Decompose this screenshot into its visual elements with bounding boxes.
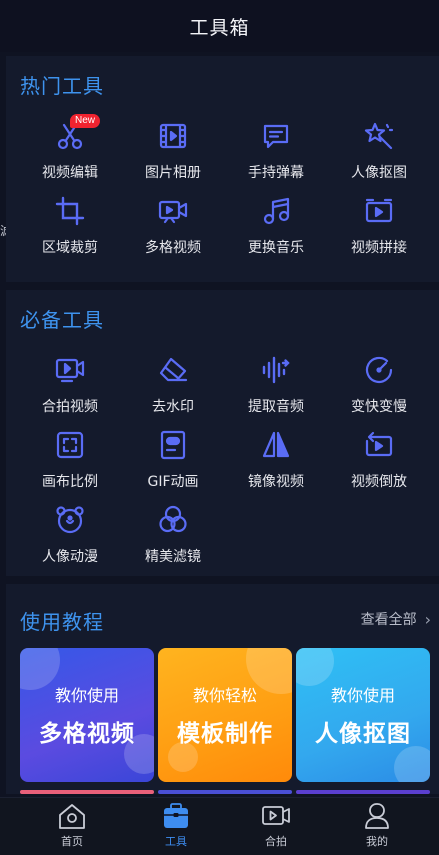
- essential-tools-section: 必备工具 合拍视频 去水印 提取音频 变快变慢 画布比例 GIF动画 镜像视频 …: [6, 290, 439, 576]
- reverse-icon: [363, 429, 395, 461]
- bear-face-icon: [54, 504, 86, 536]
- tutorial-line1: 教你轻松: [192, 686, 257, 705]
- tool-label: 视频倒放: [351, 474, 407, 490]
- tool-label: 精美滤镜: [145, 549, 201, 565]
- tool-video-edit[interactable]: New 视频编辑: [20, 114, 120, 186]
- tutorial-line1: 教你使用: [54, 686, 119, 705]
- nav-profile[interactable]: 我的: [337, 802, 417, 854]
- tool-label: 去水印: [152, 399, 194, 415]
- tool-portrait-cutout[interactable]: 人像抠图: [329, 116, 429, 186]
- tool-portrait-anime[interactable]: 人像动漫: [20, 500, 120, 570]
- decor-circle: [296, 648, 334, 686]
- gif-icon: [157, 429, 189, 461]
- tool-filters[interactable]: 精美滤镜: [123, 500, 223, 570]
- decor-circle: [168, 742, 198, 772]
- next-row-peek: [296, 790, 430, 794]
- tool-label: 视频拼接: [351, 240, 407, 256]
- hot-tools-section: 热门工具 New 视频编辑 图片相册 手持弹幕 人像抠图 区域裁剪 多格视频 更…: [6, 56, 439, 282]
- tool-video-join[interactable]: 视频拼接: [329, 191, 429, 261]
- next-row-peek: [20, 790, 154, 794]
- nav-label: 我的: [366, 835, 388, 848]
- tool-label: GIF动画: [147, 474, 199, 490]
- nav-label: 工具: [165, 835, 187, 848]
- tool-label: 视频编辑: [42, 165, 98, 181]
- decor-circle: [394, 746, 430, 782]
- top-bar: 工具箱: [0, 0, 439, 52]
- tool-handheld-danmaku[interactable]: 手持弹幕: [226, 116, 326, 186]
- chevron-right-icon: ›: [424, 609, 431, 629]
- tool-label: 变快变慢: [351, 399, 407, 415]
- tutorial-line1: 教你使用: [330, 686, 395, 705]
- tool-label: 人像动漫: [42, 549, 98, 565]
- bottom-navigation: 首页 工具 合拍 我的: [0, 797, 439, 855]
- tool-label: 区域裁剪: [42, 240, 98, 256]
- speed-gauge-icon: [363, 354, 395, 386]
- canvas-ratio-icon: [54, 429, 86, 461]
- tutorial-card[interactable]: 教你使用 人像抠图: [296, 648, 430, 782]
- audio-wave-icon: [260, 354, 292, 386]
- tool-reverse-video[interactable]: 视频倒放: [329, 425, 429, 495]
- see-all-label: 查看全部: [360, 612, 417, 628]
- new-badge: New: [70, 114, 101, 128]
- duet-camera-icon: [54, 354, 86, 386]
- hot-tools-title: 热门工具: [20, 74, 104, 98]
- nav-tools[interactable]: 工具: [136, 802, 216, 854]
- tool-label: 人像抠图: [351, 165, 407, 181]
- message-icon: [260, 120, 292, 152]
- tool-gif-animation[interactable]: GIF动画: [123, 425, 223, 495]
- tool-label: 图片相册: [145, 165, 201, 181]
- tool-extract-audio[interactable]: 提取音频: [226, 350, 326, 420]
- tool-label: 多格视频: [145, 240, 201, 256]
- toolbox-icon: [164, 803, 188, 828]
- tool-duet-video[interactable]: 合拍视频: [20, 350, 120, 420]
- profile-icon: [365, 803, 389, 829]
- filter-circles-icon: [157, 504, 189, 536]
- nav-home[interactable]: 首页: [32, 802, 112, 854]
- tutorial-card[interactable]: 教你轻松 模板制作: [158, 648, 292, 782]
- nav-label: 合拍: [265, 835, 287, 848]
- essential-tools-title: 必备工具: [20, 308, 104, 332]
- nav-duet[interactable]: 合拍: [236, 802, 316, 854]
- music-note-icon: [260, 195, 292, 227]
- tool-label: 合拍视频: [42, 399, 98, 415]
- tool-speed-change[interactable]: 变快变慢: [329, 350, 429, 420]
- tool-change-music[interactable]: 更换音乐: [226, 191, 326, 261]
- tool-label: 镜像视频: [248, 474, 304, 490]
- tool-label: 提取音频: [248, 399, 304, 415]
- tool-photo-album[interactable]: 图片相册: [123, 116, 223, 186]
- tutorial-line2: 人像抠图: [315, 721, 411, 747]
- home-icon: [59, 804, 85, 829]
- next-row-peek: [158, 790, 292, 794]
- tool-label: 画布比例: [42, 474, 98, 490]
- tutorial-card[interactable]: 教你使用 多格视频: [20, 648, 154, 782]
- tool-remove-watermark[interactable]: 去水印: [123, 350, 223, 420]
- crop-icon: [54, 195, 86, 227]
- tool-mirror-video[interactable]: 镜像视频: [226, 425, 326, 495]
- tool-multi-grid-video[interactable]: 多格视频: [123, 191, 223, 261]
- tutorial-line2: 模板制作: [177, 721, 273, 747]
- nav-label: 首页: [61, 835, 83, 848]
- eraser-icon: [157, 354, 189, 386]
- see-all-link[interactable]: 查看全部 ›: [361, 609, 431, 629]
- decor-circle: [124, 734, 154, 774]
- duet-icon: [262, 806, 290, 825]
- tutorial-section: 使用教程 查看全部 › 教你使用 多格视频 教你轻松 模板制作 教你使用 人像抠…: [6, 584, 439, 794]
- film-icon: [157, 120, 189, 152]
- tool-canvas-ratio[interactable]: 画布比例: [20, 425, 120, 495]
- video-camera-icon: [157, 195, 189, 227]
- tool-label: 更换音乐: [248, 240, 304, 256]
- tool-area-crop[interactable]: 区域裁剪: [20, 191, 120, 261]
- tutorial-title: 使用教程: [20, 610, 104, 634]
- magic-star-icon: [363, 120, 395, 152]
- video-join-icon: [363, 195, 395, 227]
- scissors-icon: New: [54, 114, 101, 152]
- page-title: 工具箱: [189, 16, 250, 39]
- tool-label: 手持弹幕: [248, 165, 304, 181]
- tutorial-line2: 多格视频: [39, 721, 135, 747]
- mirror-icon: [260, 429, 292, 461]
